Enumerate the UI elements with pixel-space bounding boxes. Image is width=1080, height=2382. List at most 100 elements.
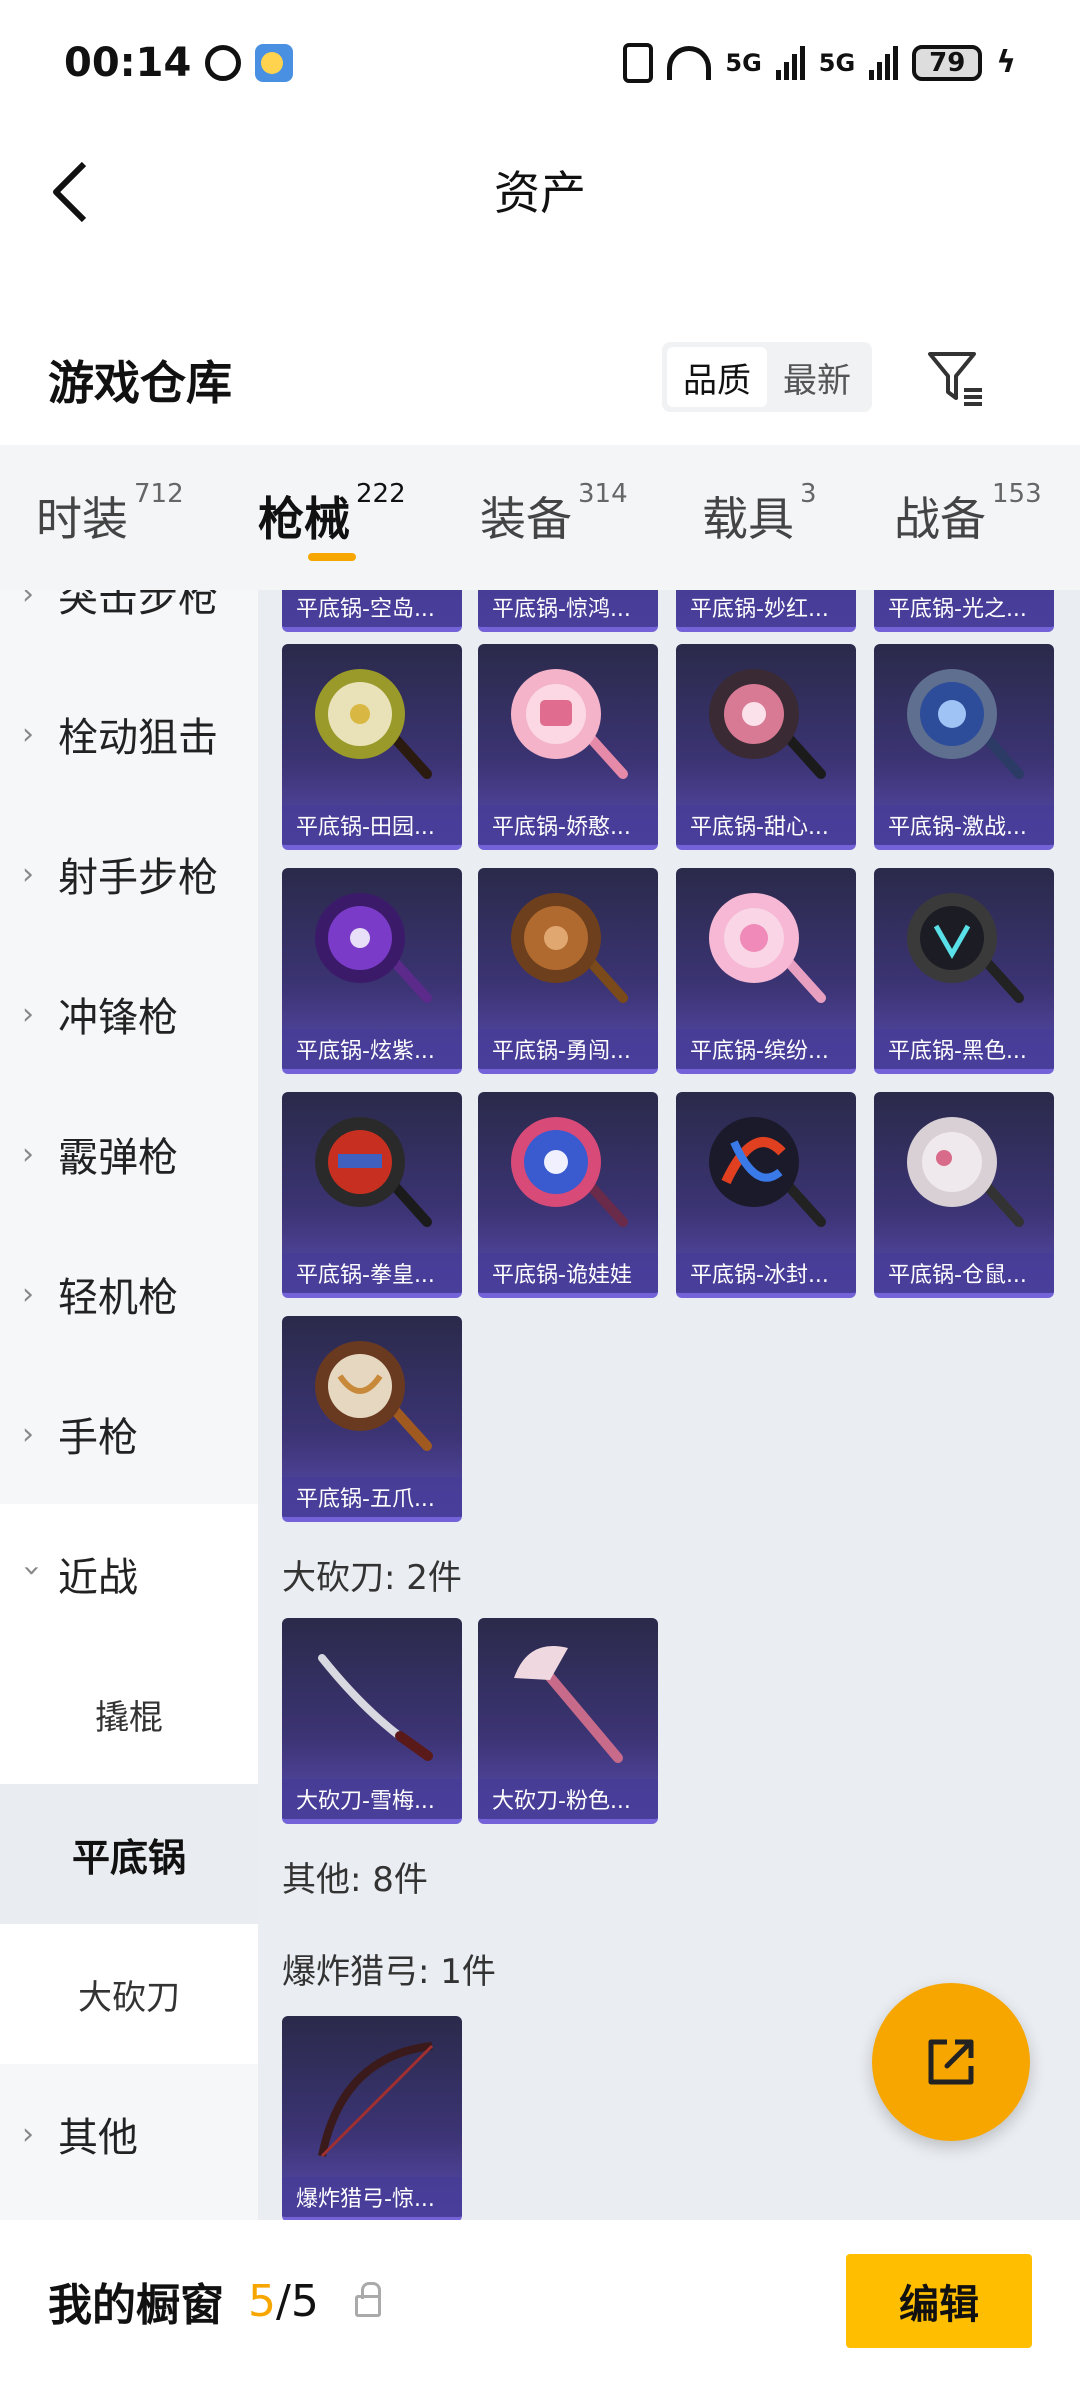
sidebar-item-dmr[interactable]: › 射手步枪 xyxy=(0,804,258,944)
showcase-current: 5 xyxy=(248,2275,276,2327)
item-name: 平底锅-惊鸿... xyxy=(478,590,658,627)
pan-thumbnail xyxy=(315,893,432,1003)
item-card[interactable]: 平底锅-五爪... xyxy=(282,1316,462,1522)
showcase-count: 5/5 xyxy=(248,2276,319,2327)
vibrate-icon xyxy=(623,42,654,83)
item-name: 平底锅-光之... xyxy=(874,590,1054,627)
item-name: 平底锅-勇闯... xyxy=(478,1029,658,1069)
sidebar-item-lmg[interactable]: › 轻机枪 xyxy=(0,1224,258,1364)
item-card[interactable]: 平底锅-娇憨... xyxy=(478,644,658,850)
category-tabs: 时装 712 枪械 222 装备 314 载具 3 战备 153 xyxy=(0,445,1080,590)
sidebar-item-pistol[interactable]: › 手枪 xyxy=(0,1364,258,1504)
chevron-right-icon: › xyxy=(22,1136,34,1172)
item-card[interactable]: 平底锅-冰封... xyxy=(676,1092,856,1298)
tab-weapons[interactable]: 枪械 222 xyxy=(258,479,406,549)
chevron-down-icon: › xyxy=(14,1564,50,1576)
weapon-category-sidebar: › 突击步枪 › 栓动狙击 › 射手步枪 › 冲锋枪 › 霰弹枪 › 轻机枪 › 手枪 › 近战… xyxy=(0,590,258,2220)
pan-thumbnail xyxy=(511,893,628,1003)
item-name: 大砍刀-粉色... xyxy=(478,1779,658,1819)
item-name: 平底锅-仓鼠... xyxy=(874,1253,1054,1293)
item-name: 爆炸猎弓-惊... xyxy=(282,2177,462,2217)
item-card[interactable]: 平底锅-妙红... xyxy=(676,590,856,632)
sidebar-subitem-machete[interactable]: 大砍刀 xyxy=(0,1924,258,2064)
tab-label: 载具 xyxy=(702,492,794,546)
sidebar-item-bolt-sniper[interactable]: › 栓动狙击 xyxy=(0,664,258,804)
back-arrow-icon xyxy=(53,161,87,223)
item-name: 平底锅-甜心... xyxy=(676,805,856,845)
machete-thumbnail xyxy=(318,1654,433,1761)
tab-equipment[interactable]: 装备 314 xyxy=(480,479,628,549)
item-card[interactable]: 平底锅-勇闯... xyxy=(478,868,658,1074)
showcase-separator: / xyxy=(276,2275,291,2327)
tab-fashion[interactable]: 时装 712 xyxy=(36,479,184,549)
sidebar-item-label: 栓动狙击 xyxy=(58,715,218,761)
signal-icon xyxy=(775,45,805,80)
edit-button[interactable]: 编辑 xyxy=(846,2254,1032,2348)
showcase-bar: 我的橱窗 5/5 编辑 xyxy=(0,2220,1080,2382)
sidebar-item-shotgun[interactable]: › 霰弹枪 xyxy=(0,1084,258,1224)
sidebar-subitem-crowbar[interactable]: 撬棍 xyxy=(0,1644,258,1784)
pan-thumbnail xyxy=(709,1117,826,1227)
sort-quality[interactable]: 品质 xyxy=(667,347,767,407)
pan-thumbnail xyxy=(315,1117,432,1227)
header: 资产 xyxy=(0,125,1080,255)
sidebar-item-other[interactable]: › 其他 xyxy=(0,2064,258,2204)
chevron-right-icon: › xyxy=(22,1276,34,1312)
bow-thumbnail xyxy=(318,2042,434,2158)
sort-toggle: 品质 最新 xyxy=(662,342,872,412)
sidebar-item-smg[interactable]: › 冲锋枪 xyxy=(0,944,258,1084)
pan-thumbnail xyxy=(907,1117,1024,1227)
item-name: 平底锅-娇憨... xyxy=(478,805,658,845)
showcase-label: 我的橱窗 xyxy=(48,2280,224,2331)
sidebar-subitem-pan[interactable]: 平底锅 xyxy=(0,1784,258,1924)
filter-icon xyxy=(928,352,982,406)
item-name: 平底锅-空岛... xyxy=(282,590,462,627)
item-card[interactable]: 大砍刀-雪梅... xyxy=(282,1618,462,1824)
sidebar-item-assault-rifle[interactable]: › 突击步枪 xyxy=(0,590,258,664)
item-card[interactable]: 平底锅-甜心... xyxy=(676,644,856,850)
back-button[interactable] xyxy=(40,157,100,227)
pan-thumbnail xyxy=(511,1117,628,1227)
lock-icon xyxy=(354,2282,381,2317)
pan-thumbnail xyxy=(709,893,826,1003)
item-card[interactable]: 平底锅-拳皇... xyxy=(282,1092,462,1298)
item-card[interactable]: 平底锅-空岛... xyxy=(282,590,462,632)
chevron-right-icon: › xyxy=(22,590,34,612)
tab-count: 153 xyxy=(992,479,1042,509)
item-card[interactable]: 大砍刀-粉色... xyxy=(478,1618,658,1824)
tab-supplies[interactable]: 战备 153 xyxy=(894,479,1042,549)
item-card[interactable]: 爆炸猎弓-惊... xyxy=(282,2016,462,2220)
item-card[interactable]: 平底锅-光之... xyxy=(874,590,1054,632)
tab-label: 装备 xyxy=(480,492,572,546)
item-card[interactable]: 平底锅-田园... xyxy=(282,644,462,850)
pan-thumbnail xyxy=(907,893,1024,1003)
share-button[interactable] xyxy=(872,1983,1030,2141)
sidebar-item-melee[interactable]: › 近战 xyxy=(0,1504,258,1644)
item-name: 大砍刀-雪梅... xyxy=(282,1779,462,1819)
pan-thumbnail xyxy=(315,669,432,779)
chevron-right-icon: › xyxy=(22,716,34,752)
axe-thumbnail xyxy=(514,1646,623,1763)
battery-level: 79 xyxy=(929,47,966,78)
showcase-total: 5 xyxy=(290,2275,319,2327)
tab-count: 314 xyxy=(578,479,628,509)
sort-newest[interactable]: 最新 xyxy=(767,347,867,407)
item-name: 平底锅-炫紫... xyxy=(282,1029,462,1069)
tab-vehicles[interactable]: 载具 3 xyxy=(702,479,817,549)
item-card[interactable]: 平底锅-缤纷... xyxy=(676,868,856,1074)
item-card[interactable]: 平底锅-诡娃娃 xyxy=(478,1092,658,1298)
item-card[interactable]: 平底锅-激战... xyxy=(874,644,1054,850)
tab-label: 枪械 xyxy=(258,492,350,546)
wifi-icon xyxy=(667,45,712,80)
item-card[interactable]: 平底锅-惊鸿... xyxy=(478,590,658,632)
machete-section-header: 大砍刀: 2件 xyxy=(282,1558,462,1598)
chevron-right-icon: › xyxy=(22,1416,34,1452)
item-card[interactable]: 平底锅-黑色... xyxy=(874,868,1054,1074)
item-card[interactable]: 平底锅-炫紫... xyxy=(282,868,462,1074)
pan-thumbnail xyxy=(907,669,1024,779)
item-card[interactable]: 平底锅-仓鼠... xyxy=(874,1092,1054,1298)
sidebar-item-label: 冲锋枪 xyxy=(58,995,178,1041)
filter-button[interactable] xyxy=(924,346,988,410)
status-bar: 00:14 5G 5G 79 ϟ xyxy=(0,0,1080,125)
item-name: 平底锅-激战... xyxy=(874,805,1054,845)
